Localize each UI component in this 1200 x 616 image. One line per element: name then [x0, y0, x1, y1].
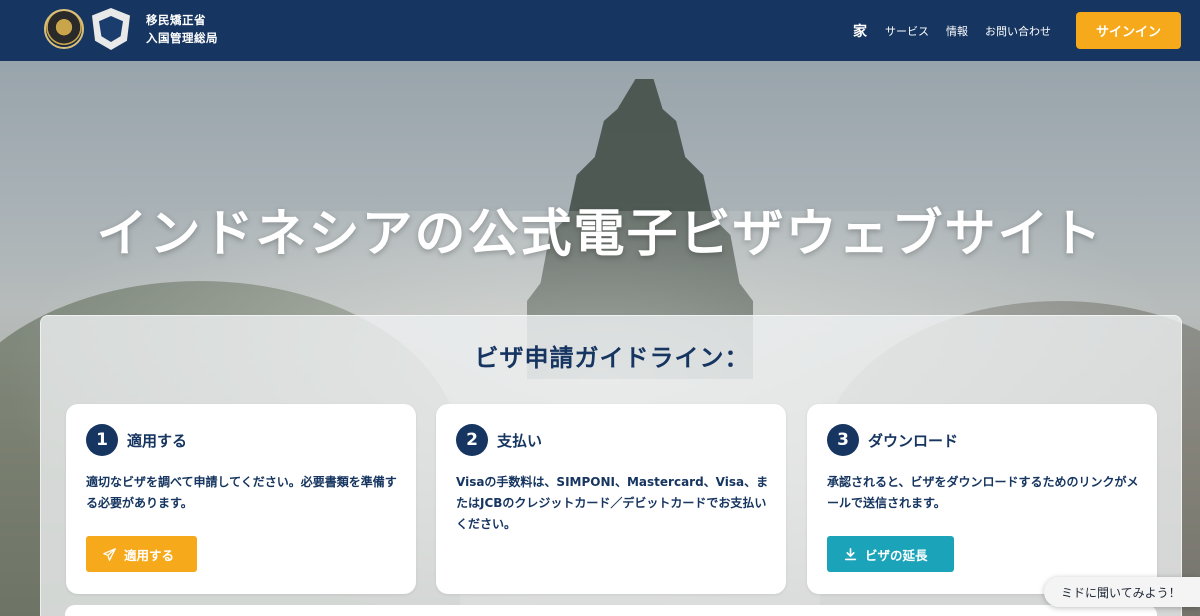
- step-card-apply: 1 適用する 適切なビザを調べて申請してください。必要書類を準備する必要がありま…: [66, 404, 416, 594]
- immigration-shield-icon: [92, 8, 130, 50]
- nav-info[interactable]: 情報: [946, 0, 968, 61]
- guidelines-title: ビザ申請ガイドライン：: [474, 344, 750, 372]
- step-card-download: 3 ダウンロード 承認されると、ビザをダウンロードするためのリンクがメールで送信…: [807, 404, 1157, 594]
- step-card-payment: 2 支払い Visaの手数料は、SIMPONI、Mastercard、Visa、…: [436, 404, 786, 594]
- step-description: Visaの手数料は、SIMPONI、Mastercard、Visa、またはJCB…: [456, 475, 769, 531]
- nav-home[interactable]: 家: [853, 0, 867, 61]
- step-number: 2: [456, 424, 488, 456]
- org-name-line2: 入国管理総局: [146, 31, 218, 45]
- top-navbar: 移民矯正省 入国管理総局 家 サービス 情報 お問い合わせ サインイン: [0, 0, 1200, 61]
- step-description: 適切なビザを調べて申請してください。必要書類を準備する必要があります。: [86, 475, 397, 510]
- sign-in-button[interactable]: サインイン: [1076, 12, 1181, 49]
- visa-extension-button[interactable]: ビザの延長: [827, 536, 954, 572]
- visa-extension-button-label: ビザの延長: [865, 547, 928, 563]
- step-header: 2 支払い: [456, 424, 542, 456]
- next-section-card: [65, 605, 1157, 616]
- step-number: 1: [86, 424, 118, 456]
- garuda-emblem-icon: [44, 9, 84, 49]
- hero-title: インドネシアの公式電子ビザウェブサイト: [96, 205, 1104, 264]
- guidelines-panel: ビザ申請ガイドライン： 1 適用する 適切なビザを調べて申請してください。必要書…: [40, 315, 1182, 616]
- step-title: 支払い: [497, 431, 543, 450]
- hero-banner: インドネシアの公式電子ビザウェブサイト ビザ申請ガイドライン： 1 適用する 適…: [0, 61, 1200, 616]
- nav-services[interactable]: サービス: [885, 0, 929, 61]
- step-header: 1 適用する: [86, 424, 187, 456]
- paper-plane-icon: [103, 547, 116, 561]
- brand[interactable]: 移民矯正省 入国管理総局: [44, 8, 218, 50]
- nav-contact[interactable]: お問い合わせ: [985, 0, 1051, 61]
- step-number: 3: [827, 424, 859, 456]
- org-name-line1: 移民矯正省: [146, 13, 206, 27]
- download-icon: [844, 547, 857, 560]
- organization-name: 移民矯正省 入国管理総局: [146, 11, 218, 47]
- step-title: ダウンロード: [868, 431, 959, 450]
- apply-button-label: 適用する: [124, 547, 175, 563]
- step-header: 3 ダウンロード: [827, 424, 958, 456]
- chat-assistant-button[interactable]: ミドに聞いてみよう！: [1044, 577, 1200, 607]
- apply-button[interactable]: 適用する: [86, 536, 197, 572]
- step-title: 適用する: [127, 431, 188, 450]
- step-description: 承認されると、ビザをダウンロードするためのリンクがメールで送信されます。: [827, 475, 1139, 510]
